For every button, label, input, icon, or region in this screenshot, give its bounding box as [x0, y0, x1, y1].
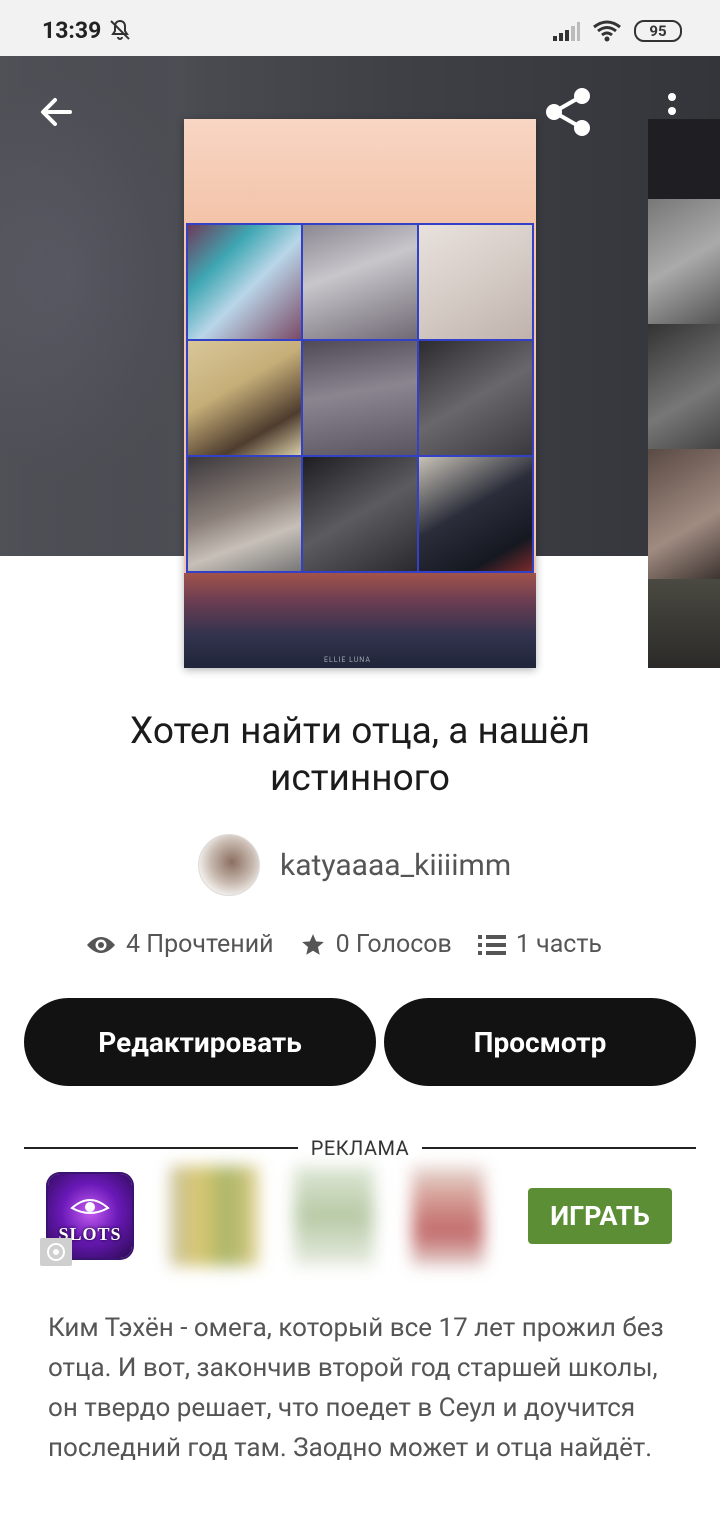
wifi-icon — [593, 20, 621, 42]
edit-button[interactable]: Редактировать — [24, 998, 376, 1086]
status-indicators: 95 — [552, 20, 682, 42]
reads-stat: 4 Прочтений — [86, 930, 274, 959]
book-stats: 4 Прочтений 0 Голосов 1 часть — [86, 930, 602, 959]
collage-photo — [303, 225, 417, 339]
ad-screenshot[interactable] — [412, 1166, 484, 1266]
star-icon — [301, 933, 324, 955]
reads-count: 4 Прочтений — [126, 930, 274, 959]
collage-photo — [188, 457, 302, 571]
book-description: Ким Тэхён - омега, который все 17 лет пр… — [48, 1313, 664, 1463]
view-button[interactable]: Просмотр — [384, 998, 696, 1086]
play-button[interactable]: ИГРАТЬ — [528, 1188, 672, 1244]
book-cover[interactable]: ELLIE LUNA — [184, 119, 536, 668]
author-avatar[interactable] — [198, 834, 260, 896]
collage-photo — [188, 341, 302, 455]
mute-bell-icon — [110, 19, 130, 40]
cover-sea: ELLIE LUNA — [184, 573, 536, 668]
signal-icon — [553, 22, 580, 41]
status-bar: 13:39 95 — [0, 0, 720, 56]
author-name[interactable]: katyaaaa_kiiiimm — [280, 848, 511, 883]
battery-indicator: 95 — [634, 20, 682, 42]
votes-count: 0 Голосов — [335, 930, 452, 959]
collage-photo — [303, 341, 417, 455]
collage-photo — [303, 457, 417, 571]
list-icon — [477, 934, 506, 955]
eye-icon — [87, 936, 115, 953]
share-icon[interactable] — [542, 86, 594, 138]
status-time: 13:39 — [42, 17, 102, 44]
collage-photo — [418, 457, 532, 571]
ad-choices-icon[interactable] — [40, 1238, 72, 1266]
next-book-cover[interactable] — [648, 119, 720, 668]
ad-separator: РЕКЛАМА — [24, 1136, 696, 1160]
collage-photo — [418, 341, 532, 455]
votes-stat: 0 Голосов — [300, 930, 452, 959]
parts-count: 1 часть — [515, 930, 602, 959]
back-arrow-icon[interactable] — [36, 92, 76, 132]
eye-of-horus-icon — [70, 1199, 110, 1214]
author-row[interactable]: katyaaaa_kiiiimm — [198, 834, 511, 896]
book-title: Хотел найти отца, а нашёл истинного — [130, 710, 590, 800]
ad-screenshot[interactable] — [294, 1166, 374, 1266]
cover-collage — [186, 223, 534, 573]
collage-photo — [418, 225, 532, 339]
ad-screenshot[interactable] — [170, 1166, 258, 1266]
parts-stat: 1 часть — [477, 930, 602, 959]
collage-photo — [188, 225, 302, 339]
